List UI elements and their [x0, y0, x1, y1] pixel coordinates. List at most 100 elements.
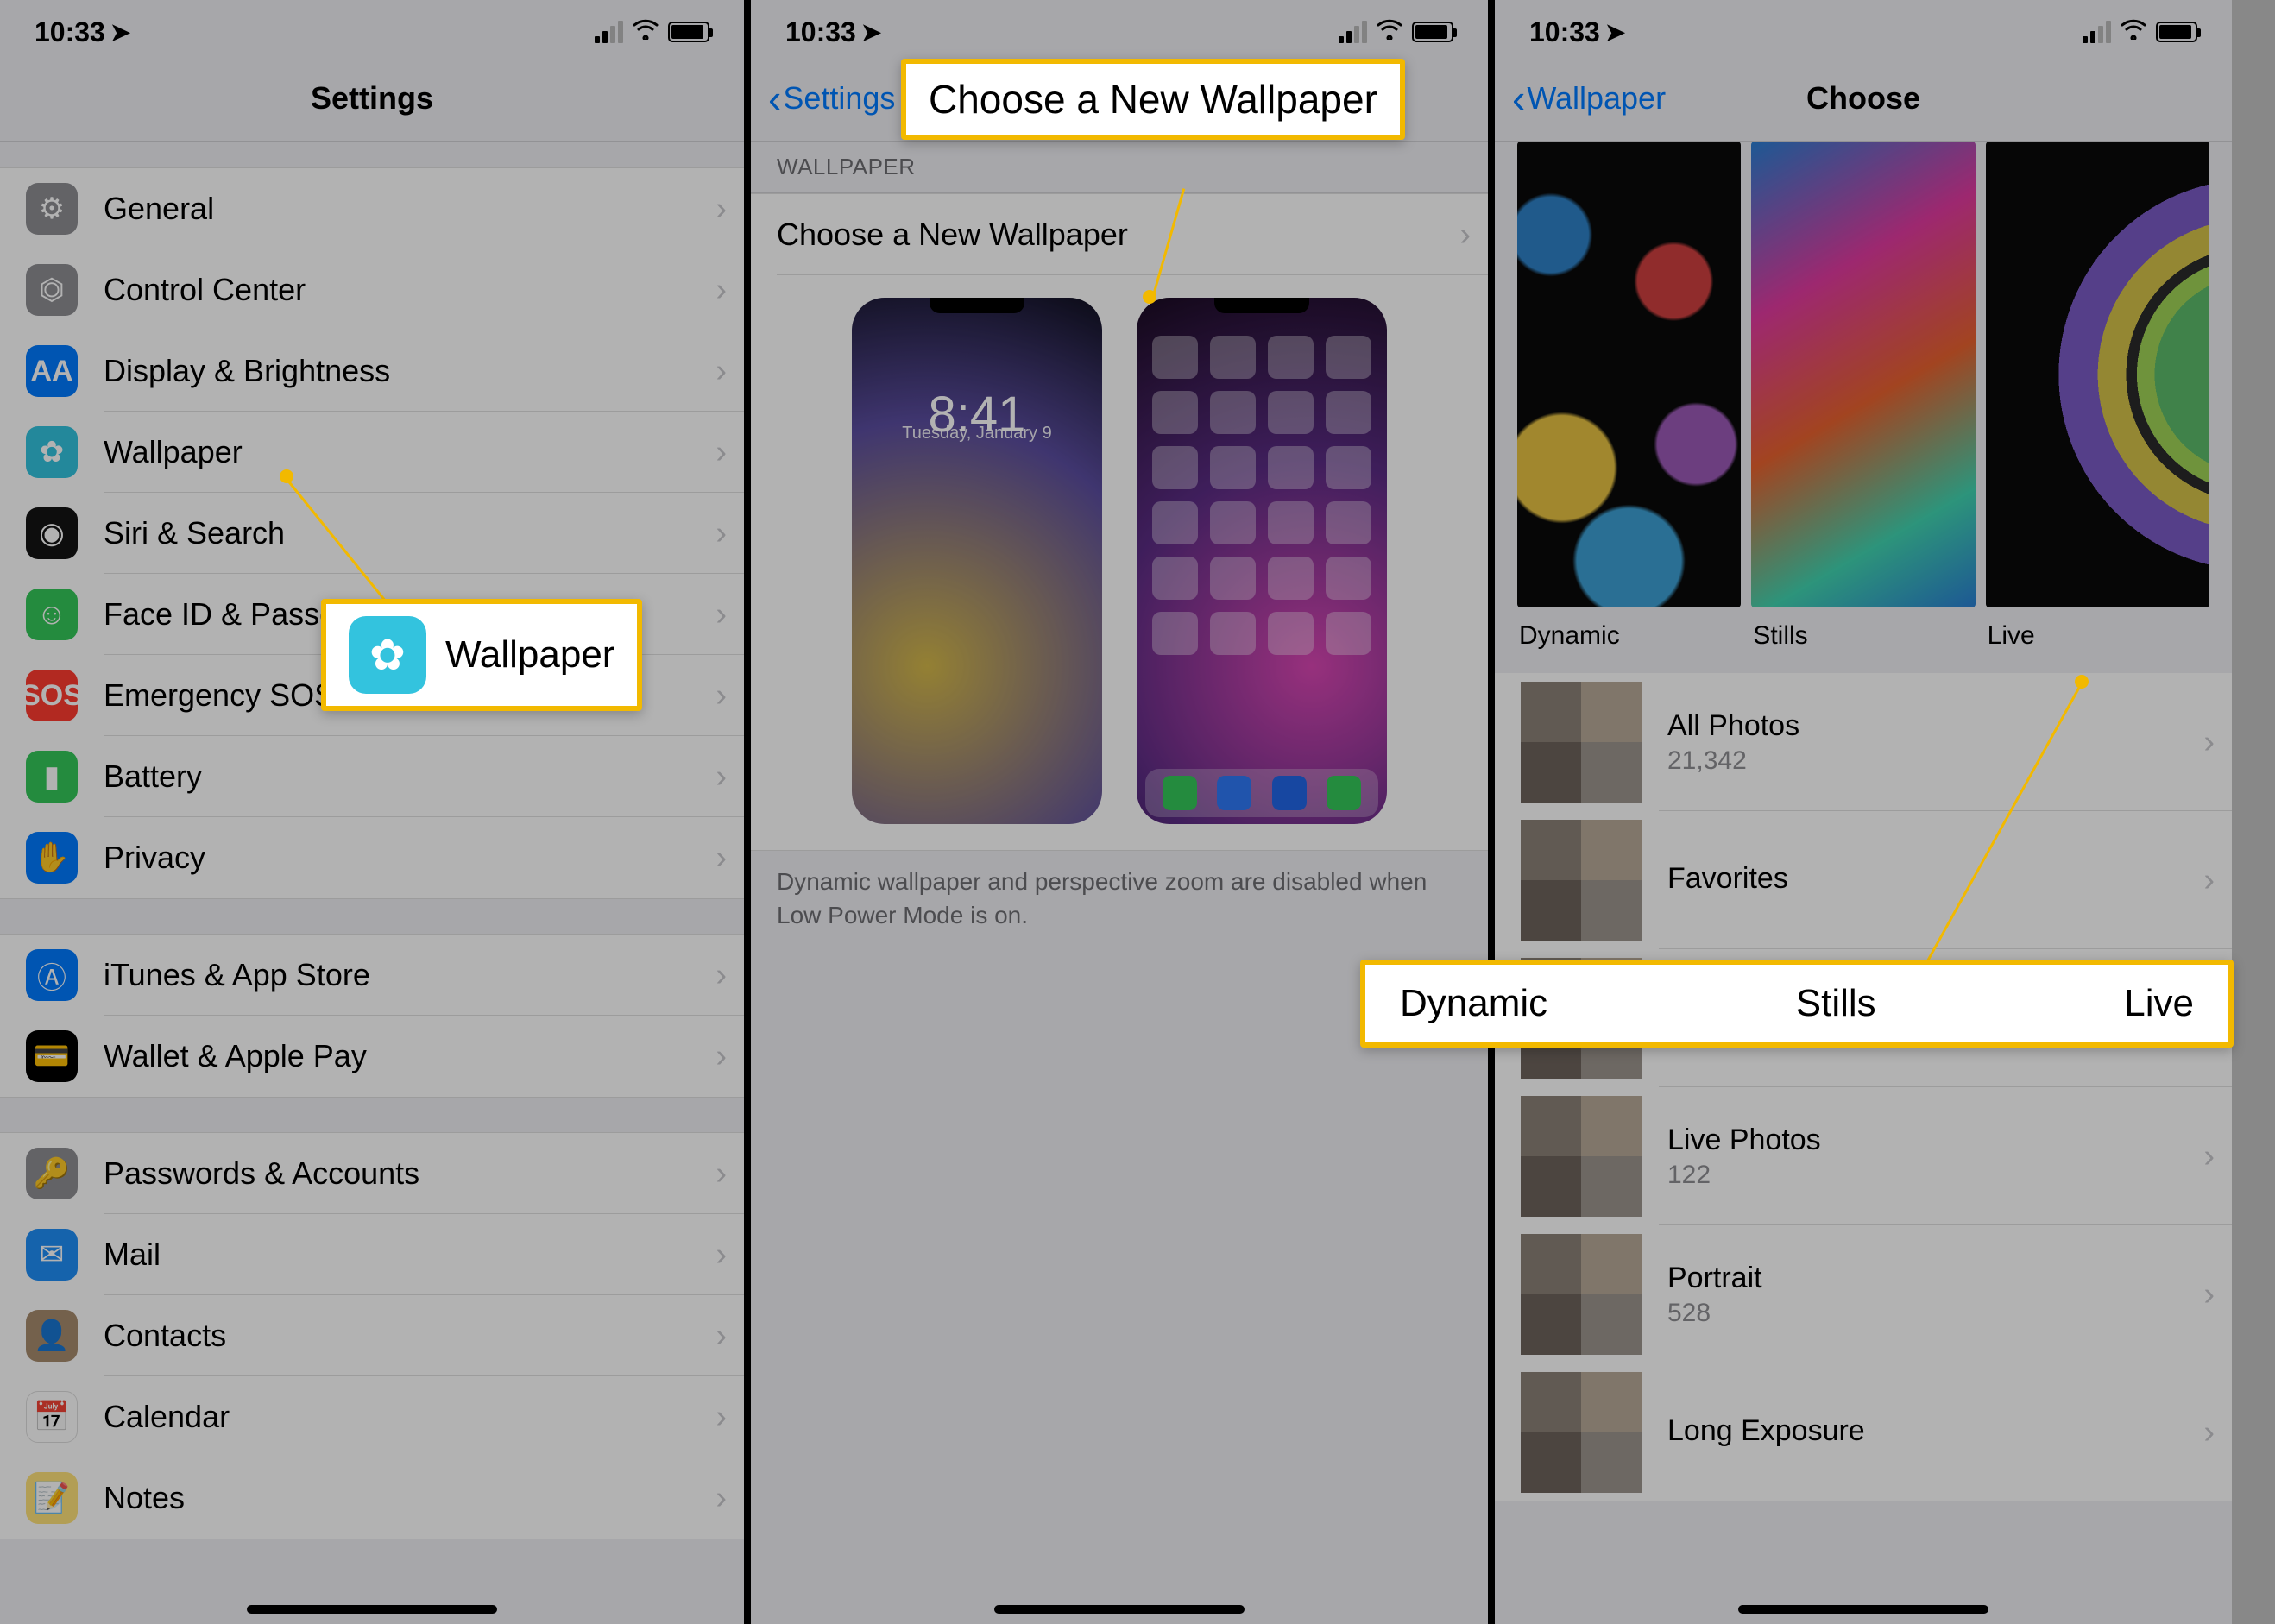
album-thumb [1521, 1234, 1642, 1355]
album-count: 528 [1667, 1299, 1762, 1328]
type-label: Stills [1751, 607, 1975, 664]
row-label: Wallet & Apple Pay [104, 1038, 715, 1074]
location-icon: ➤ [861, 18, 881, 47]
gear-icon: ⚙︎ [26, 183, 78, 235]
back-button[interactable]: ‹Settings [768, 55, 895, 141]
callout-anchor-dot [280, 469, 293, 483]
type-stills[interactable]: Stills [1751, 142, 1975, 664]
album-count: 122 [1667, 1161, 1821, 1190]
chevron-right-icon: › [2203, 1276, 2215, 1313]
wifi-icon [2120, 17, 2147, 47]
row-label: Mail [104, 1237, 715, 1273]
album-long-exposure[interactable]: Long Exposure› [1495, 1363, 2232, 1501]
status-time: 10:33 [1529, 16, 1600, 48]
home-indicator[interactable] [994, 1605, 1245, 1614]
type-label: Dynamic [1517, 607, 1741, 664]
home-indicator[interactable] [247, 1605, 497, 1614]
siri-icon: ◉ [26, 507, 78, 559]
chevron-right-icon: › [1459, 217, 1471, 254]
callout-label: Choose a New Wallpaper [929, 76, 1377, 123]
callout-label: Wallpaper [445, 633, 614, 677]
type-dynamic[interactable]: Dynamic [1517, 142, 1741, 664]
chevron-right-icon: › [715, 840, 727, 877]
status-time: 10:33 [785, 16, 856, 48]
faceid-icon: ☺︎ [26, 589, 78, 640]
row-notes[interactable]: 📝Notes› [0, 1457, 744, 1539]
row-control-center[interactable]: ⏣Control Center› [0, 249, 744, 330]
chevron-right-icon: › [715, 1155, 727, 1193]
row-general[interactable]: ⚙︎General› [0, 168, 744, 249]
signal-icon [1339, 21, 1367, 43]
wallpaper-types: Dynamic Stills Live [1495, 142, 2232, 664]
section-header: WALLPAPER [751, 142, 1488, 193]
album-thumb [1521, 1096, 1642, 1217]
status-bar: 10:33➤ [751, 0, 1488, 55]
row-label: Choose a New Wallpaper [777, 217, 1459, 253]
home-indicator[interactable] [1738, 1605, 1988, 1614]
row-label: General [104, 191, 715, 227]
album-title: Portrait [1667, 1262, 1762, 1295]
row-label: Display & Brightness [104, 353, 715, 389]
album-favorites[interactable]: Favorites› [1495, 811, 2232, 949]
mail-icon: ✉︎ [26, 1229, 78, 1281]
row-itunes[interactable]: ⒶiTunes & App Store› [0, 935, 744, 1016]
chevron-right-icon: › [715, 515, 727, 552]
album-live-photos[interactable]: Live Photos122› [1495, 1087, 2232, 1225]
back-label: Settings [783, 80, 895, 116]
row-choose-wallpaper[interactable]: Choose a New Wallpaper › [751, 194, 1488, 275]
live-thumb [1986, 142, 2209, 607]
row-display[interactable]: AADisplay & Brightness› [0, 330, 744, 412]
row-privacy[interactable]: ✋Privacy› [0, 817, 744, 898]
type-live[interactable]: Live [1986, 142, 2209, 664]
chevron-right-icon: › [2203, 724, 2215, 761]
wallet-icon: 💳 [26, 1030, 78, 1082]
album-title: All Photos [1667, 709, 1799, 743]
battery-icon: ▮ [26, 751, 78, 803]
chevron-right-icon: › [715, 1399, 727, 1436]
callout-label: Live [2124, 982, 2194, 1025]
chevron-right-icon: › [715, 1318, 727, 1355]
nav-bar: Settings [0, 55, 744, 142]
album-thumb [1521, 1372, 1642, 1493]
footer-note: Dynamic wallpaper and perspective zoom a… [751, 851, 1488, 946]
row-battery[interactable]: ▮Battery› [0, 736, 744, 817]
chevron-right-icon: › [715, 434, 727, 471]
chevron-left-icon: ‹ [768, 79, 781, 118]
hand-icon: ✋ [26, 832, 78, 884]
calendar-icon: 📅 [26, 1391, 78, 1443]
row-mail[interactable]: ✉︎Mail› [0, 1214, 744, 1295]
sos-icon: SOS [26, 670, 78, 721]
battery-icon [1412, 22, 1453, 42]
album-thumb [1521, 820, 1642, 941]
row-wallpaper[interactable]: ✿Wallpaper› [0, 412, 744, 493]
dynamic-thumb [1517, 142, 1741, 607]
album-all-photos[interactable]: All Photos21,342› [1495, 673, 2232, 811]
notes-icon: 📝 [26, 1472, 78, 1524]
album-portrait[interactable]: Portrait 528 › [1495, 1225, 2232, 1363]
wallpaper-icon: ✿ [349, 616, 426, 694]
home-screen-preview[interactable] [1137, 298, 1387, 824]
row-wallet[interactable]: 💳Wallet & Apple Pay› [0, 1016, 744, 1097]
callout-types: Dynamic Stills Live [1360, 960, 2234, 1048]
battery-icon [668, 22, 709, 42]
row-passwords[interactable]: 🔑Passwords & Accounts› [0, 1133, 744, 1214]
nav-title: Choose [1806, 80, 1920, 116]
album-title: Favorites [1667, 862, 1788, 896]
row-calendar[interactable]: 📅Calendar› [0, 1376, 744, 1457]
chevron-right-icon: › [715, 758, 727, 796]
status-time: 10:33 [35, 16, 105, 48]
row-label: Passwords & Accounts [104, 1155, 715, 1192]
chevron-right-icon: › [715, 353, 727, 390]
lock-screen-preview[interactable]: 8:41 Tuesday, January 9 [852, 298, 1102, 824]
row-label: Control Center [104, 272, 715, 308]
row-label: Contacts [104, 1318, 715, 1354]
signal-icon [595, 21, 623, 43]
back-button[interactable]: ‹Wallpaper [1512, 55, 1666, 141]
location-icon: ➤ [110, 18, 130, 47]
chevron-right-icon: › [715, 596, 727, 633]
nav-title: Settings [311, 80, 433, 116]
row-contacts[interactable]: 👤Contacts› [0, 1295, 744, 1376]
row-siri[interactable]: ◉Siri & Search› [0, 493, 744, 574]
battery-icon [2156, 22, 2197, 42]
chevron-right-icon: › [715, 272, 727, 309]
